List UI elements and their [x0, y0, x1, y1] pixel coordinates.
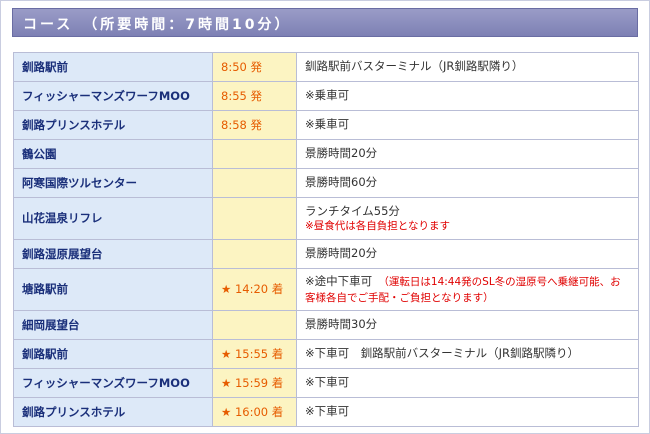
stop-note: 景勝時間60分	[296, 168, 639, 198]
stop-time	[212, 168, 297, 198]
table-row: 釧路プリンスホテル ★ 16:00 着 ※下車可	[13, 397, 639, 427]
stop-time	[212, 239, 297, 269]
course-table: 釧路駅前 8:50 発 釧路駅前バスターミナル（JR釧路駅隣り） フィッシャーマ…	[13, 52, 639, 427]
table-row: 細岡展望台 景勝時間30分	[13, 310, 639, 340]
star-icon: ★	[221, 282, 232, 296]
stop-time	[212, 139, 297, 169]
table-row: 鶴公園 景勝時間20分	[13, 139, 639, 169]
stop-time: 8:50 発	[212, 52, 297, 82]
stop-time	[212, 197, 297, 240]
stop-note: ※乗車可	[296, 110, 639, 140]
star-icon: ★	[221, 375, 232, 390]
table-row: 釧路プリンスホテル 8:58 発 ※乗車可	[13, 110, 639, 140]
table-row: 釧路湿原展望台 景勝時間20分	[13, 239, 639, 269]
stop-name: 塘路駅前	[13, 268, 213, 311]
table-row: フィッシャーマンズワーフMOO ★ 15:59 着 ※下車可	[13, 368, 639, 398]
stop-name: 釧路駅前	[13, 339, 213, 369]
star-icon: ★	[221, 346, 232, 361]
table-row: 阿寒国際ツルセンター 景勝時間60分	[13, 168, 639, 198]
stop-note: 釧路駅前バスターミナル（JR釧路駅隣り）	[296, 52, 639, 82]
table-row: 塘路駅前 ★ 14:20 着 ※途中下車可 （運転日は14:44発のSL冬の湿原…	[13, 268, 639, 311]
stop-note: ※乗車可	[296, 81, 639, 111]
stop-name: 釧路湿原展望台	[13, 239, 213, 269]
stop-name: 阿寒国際ツルセンター	[13, 168, 213, 198]
stop-note: ※下車可	[296, 368, 639, 398]
stop-time: ★ 15:59 着	[212, 368, 297, 398]
stop-note: 景勝時間20分	[296, 239, 639, 269]
stop-name: 釧路プリンスホテル	[13, 110, 213, 140]
course-header: コース （所要時間：7時間10分）	[12, 8, 638, 37]
star-icon: ★	[221, 404, 232, 419]
table-row: 山花温泉リフレ ランチタイム55分 ※昼食代は各自負担となります	[13, 197, 639, 240]
table-row: フィッシャーマンズワーフMOO 8:55 発 ※乗車可	[13, 81, 639, 111]
table-row: 釧路駅前 ★ 15:55 着 ※下車可 釧路駅前バスターミナル（JR釧路駅隣り）	[13, 339, 639, 369]
stop-note: ※途中下車可 （運転日は14:44発のSL冬の湿原号へ乗継可能、お客様各自でご手…	[296, 268, 639, 311]
stop-note: 景勝時間30分	[296, 310, 639, 340]
stop-note: 景勝時間20分	[296, 139, 639, 169]
stop-name: 釧路駅前	[13, 52, 213, 82]
stop-time: ★ 15:55 着	[212, 339, 297, 369]
stop-name: フィッシャーマンズワーフMOO	[13, 81, 213, 111]
stop-time	[212, 310, 297, 340]
stop-note: ※下車可 釧路駅前バスターミナル（JR釧路駅隣り）	[296, 339, 639, 369]
stop-time: 8:58 発	[212, 110, 297, 140]
stop-time: 8:55 発	[212, 81, 297, 111]
stop-name: 山花温泉リフレ	[13, 197, 213, 240]
stop-name: 細岡展望台	[13, 310, 213, 340]
stop-name: 鶴公園	[13, 139, 213, 169]
stop-note: ランチタイム55分 ※昼食代は各自負担となります	[296, 197, 639, 240]
course-title: コース （所要時間：7時間10分）	[23, 17, 292, 33]
stop-name: 釧路プリンスホテル	[13, 397, 213, 427]
stop-note: ※下車可	[296, 397, 639, 427]
course-panel: コース （所要時間：7時間10分） 釧路駅前 8:50 発 釧路駅前バスターミナ…	[0, 0, 650, 434]
stop-time: ★ 14:20 着	[212, 268, 297, 311]
table-row: 釧路駅前 8:50 発 釧路駅前バスターミナル（JR釧路駅隣り）	[13, 52, 639, 82]
stop-time: ★ 16:00 着	[212, 397, 297, 427]
stop-name: フィッシャーマンズワーフMOO	[13, 368, 213, 398]
